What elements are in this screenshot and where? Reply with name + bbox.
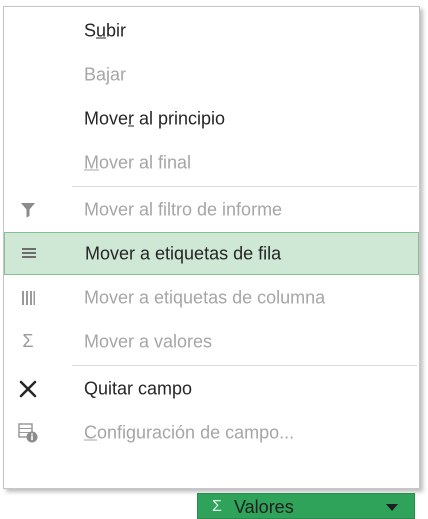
context-menu: Subir Bajar Mover al principio Mover al … [3, 6, 420, 489]
values-field-label: Valores [234, 497, 294, 517]
menu-item-mover-a-etiquetas-de-fila[interactable]: Mover a etiquetas de fila [4, 232, 419, 275]
menu-item-subir[interactable]: Subir [4, 9, 419, 52]
menu-separator [72, 186, 417, 187]
columns-icon [17, 287, 39, 309]
filter-icon [17, 199, 39, 221]
menu-item-quitar-campo[interactable]: Quitar campo [4, 367, 419, 410]
dropdown-arrow-icon[interactable] [386, 504, 398, 511]
menu-item-label: Mover a etiquetas de columna [84, 287, 326, 307]
menu-item-mover-a-valores[interactable]: Σ Mover a valores [4, 320, 419, 363]
menu-item-label: Mover a valores [84, 331, 213, 351]
rows-icon [18, 243, 40, 265]
menu-item-label: Mover al final [84, 152, 192, 172]
menu-item-mover-al-filtro[interactable]: Mover al filtro de informe [4, 188, 419, 231]
sigma-icon: Σ [212, 498, 222, 515]
menu-item-label: Quitar campo [84, 378, 193, 398]
menu-item-mover-al-final[interactable]: Mover al final [4, 141, 419, 184]
menu-item-configuracion-de-campo[interactable]: Configuración de campo... [4, 411, 419, 454]
menu-item-label: Mover al principio [84, 108, 226, 128]
menu-item-bajar[interactable]: Bajar [4, 53, 419, 96]
sigma-icon: Σ [22, 331, 34, 351]
menu-separator [72, 365, 417, 366]
menu-item-label: Bajar [84, 64, 127, 84]
menu-item-label: Configuración de campo... [84, 422, 295, 442]
menu-item-mover-a-etiquetas-de-columna[interactable]: Mover a etiquetas de columna [4, 276, 419, 319]
remove-x-icon [17, 378, 39, 400]
menu-item-mover-al-principio[interactable]: Mover al principio [4, 97, 419, 140]
field-settings-icon [17, 422, 39, 444]
menu-item-label: Mover al filtro de informe [84, 199, 283, 219]
menu-item-label: Mover a etiquetas de fila [85, 243, 282, 263]
menu-item-label: Subir [84, 20, 127, 40]
values-field-button[interactable]: Σ Valores [197, 493, 415, 519]
